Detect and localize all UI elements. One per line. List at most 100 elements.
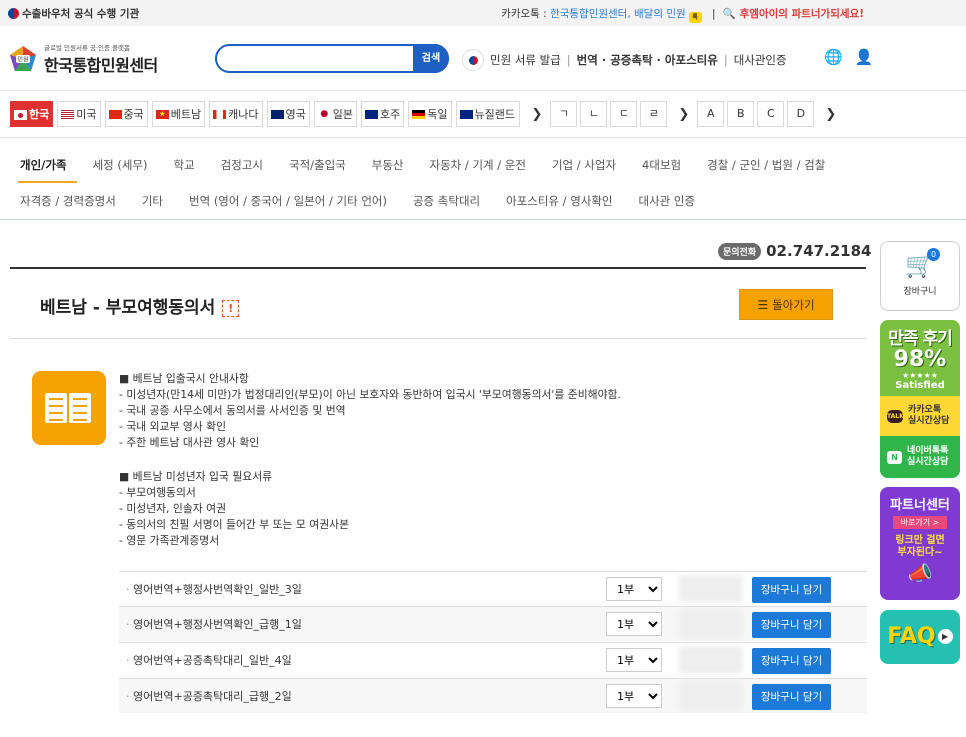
letter-tab-c[interactable]: C xyxy=(757,101,785,127)
partner-center-banner[interactable]: 파트너센터 바로가기 > 링크만 걸면 부자된다~ 📣 xyxy=(880,487,960,600)
quantity-select[interactable]: 1부 xyxy=(606,648,662,672)
naver-consult-button[interactable]: N 네이버톡톡 실시간상담 xyxy=(880,436,960,478)
header: 민원 글로벌 민원서류 공·인증 플랫폼 한국통합민원센터 검색 민원 서류 발… xyxy=(0,26,966,90)
nav-document-issue[interactable]: 민원 서류 발급 xyxy=(490,52,561,68)
product-name: 영어번역+행정사번역확인_일반_3일 xyxy=(126,581,302,597)
globe-icon[interactable]: 🌐 xyxy=(824,48,843,66)
add-to-cart-button[interactable]: 장바구니 담기 xyxy=(752,684,831,710)
country-next-chevron-icon[interactable]: ❯ xyxy=(532,107,543,122)
price-blurred xyxy=(679,682,743,710)
menu-certificates[interactable]: 자격증 / 경력증명서 xyxy=(20,193,116,209)
menu-nationality[interactable]: 국적/출입국 xyxy=(289,157,346,173)
menu-business[interactable]: 기업 / 사업자 xyxy=(552,157,616,173)
menu-insurance[interactable]: 4대보험 xyxy=(642,157,681,173)
menu-tax[interactable]: 세정 (세무) xyxy=(93,157,148,173)
menu-personal-family[interactable]: 개인/가족 xyxy=(18,157,76,183)
menu-notary[interactable]: 공증 촉탁대리 xyxy=(413,193,480,209)
product-panel: 베트남 - 부모여행동의서! ☰ 돌아가기 ■ 베트남 입출국시 안내사항 - 미… xyxy=(10,267,867,737)
country-tab-vietnam[interactable]: ★ 베트남 xyxy=(151,101,206,127)
review-banner[interactable]: 만족 후기 98% ★★★★★ Satisfied xyxy=(880,320,960,396)
search-button[interactable]: 검색 xyxy=(413,44,449,73)
letter-tab-giyeok[interactable]: ㄱ xyxy=(550,101,578,127)
search-box: 검색 xyxy=(215,44,449,73)
kakao-icon: 톡 xyxy=(688,12,702,23)
contact-phone: 문의전화 02.747.2184 xyxy=(718,242,871,260)
country-filter-bar: 한국 미국 중국 ★ 베트남 캐나다 영국 ● 일본 호주 독일 뉴질랜드 ❯ ㄱ … xyxy=(0,90,966,138)
cart-count-badge: 0 xyxy=(927,248,940,261)
kakao-consult-button[interactable]: TALK 카카오톡 실시간상담 xyxy=(880,396,960,436)
list-back-icon: ☰ xyxy=(757,297,769,312)
cart-icon: 🛒 0 xyxy=(905,248,940,278)
nav-embassy[interactable]: 대사관인증 xyxy=(734,52,787,68)
nz-flag-icon xyxy=(459,109,473,119)
country-tab-uk[interactable]: 영국 xyxy=(266,101,310,127)
country-tab-newzealand[interactable]: 뉴질랜드 xyxy=(455,101,520,127)
letter-tab-b[interactable]: B xyxy=(727,101,755,127)
faq-button[interactable]: FAQ ▶ xyxy=(880,610,960,664)
menu-vehicle[interactable]: 자동차 / 기계 / 운전 xyxy=(430,157,526,173)
quantity-select[interactable]: 1부 xyxy=(606,612,662,636)
kakao-channel-link[interactable]: 한국통합민원센터, 배달의 민원 xyxy=(550,8,686,20)
page-title: 베트남 - 부모여행동의서! xyxy=(40,293,240,318)
add-to-cart-button[interactable]: 장바구니 담기 xyxy=(752,577,831,603)
letter-tab-rieul[interactable]: ㄹ xyxy=(640,101,668,127)
country-tab-usa[interactable]: 미국 xyxy=(57,101,101,127)
partner-link[interactable]: 🔍 후엠아이의 파트너가되세요! xyxy=(723,8,864,20)
product-name: 영어번역+행정사번역확인_급행_1일 xyxy=(126,616,302,632)
site-logo[interactable]: 민원 글로벌 민원서류 공·인증 플랫폼 한국통합민원센터 xyxy=(8,42,158,76)
korea-flag-icon xyxy=(8,8,19,19)
menu-translation[interactable]: 번역 (영어 / 중국어 / 일본어 / 기타 언어) xyxy=(189,193,387,209)
menu-apostille[interactable]: 아포스티유 / 영사확인 xyxy=(506,193,612,209)
naver-talk-icon: N xyxy=(887,450,902,464)
price-blurred xyxy=(679,610,743,638)
add-to-cart-button[interactable]: 장바구니 담기 xyxy=(752,612,831,638)
korea-flag-icon xyxy=(462,49,484,71)
info-text: ■ 베트남 입출국시 안내사항 - 미성년자(만14세 미만)가 법정대리인(부… xyxy=(119,372,621,547)
letter-tab-nieun[interactable]: ㄴ xyxy=(580,101,608,127)
product-row: 영어번역+행정사번역확인_일반_3일 1부 장바구니 담기 xyxy=(119,571,867,606)
kakao-talk-icon: TALK xyxy=(887,409,904,423)
vn-flag-icon: ★ xyxy=(155,109,169,119)
top-bar: 수출바우처 공식 수행 기관 카카오톡 : 한국통합민원센터, 배달의 민원 톡 … xyxy=(0,0,966,26)
quantity-select[interactable]: 1부 xyxy=(606,684,662,708)
english-letters-next-chevron-icon[interactable]: ❯ xyxy=(825,107,836,122)
stars-icon: ★★★★★ xyxy=(902,371,938,380)
korean-letters-next-chevron-icon[interactable]: ❯ xyxy=(678,107,689,122)
letter-tab-d[interactable]: D xyxy=(787,101,815,127)
document-icon xyxy=(32,371,106,445)
country-tab-japan[interactable]: ● 일본 xyxy=(313,101,357,127)
letter-tab-a[interactable]: A xyxy=(697,101,725,127)
letter-tab-digeut[interactable]: ㄷ xyxy=(610,101,638,127)
product-name: 영어번역+공증촉탁대리_급행_2일 xyxy=(126,688,292,704)
menu-real-estate[interactable]: 부동산 xyxy=(372,157,404,173)
menu-police-court[interactable]: 경찰 / 군인 / 법원 / 검찰 xyxy=(707,157,825,173)
title-row: 베트남 - 부모여행동의서! ☰ 돌아가기 xyxy=(10,269,866,339)
alert-icon: ! xyxy=(222,300,240,317)
nav-translation[interactable]: 번역 · 공증촉탁 · 아포스티유 xyxy=(577,52,718,68)
jp-flag-icon: ● xyxy=(317,109,331,119)
logo-title: 한국통합민원센터 xyxy=(44,56,158,75)
quantity-select[interactable]: 1부 xyxy=(606,577,662,601)
menu-etc[interactable]: 기타 xyxy=(142,193,163,209)
export-voucher-notice: 수출바우처 공식 수행 기관 xyxy=(8,6,139,21)
country-tab-australia[interactable]: 호주 xyxy=(361,101,405,127)
us-flag-icon xyxy=(61,109,75,119)
menu-school[interactable]: 학교 xyxy=(173,157,194,173)
search-input[interactable] xyxy=(227,46,417,71)
user-icon[interactable]: 👤 xyxy=(855,48,874,66)
back-button[interactable]: ☰ 돌아가기 xyxy=(739,289,833,320)
country-tab-germany[interactable]: 독일 xyxy=(408,101,452,127)
megaphone-icon: 📣 xyxy=(907,561,933,585)
cart-widget[interactable]: 🛒 0 장바구니 xyxy=(880,241,960,311)
country-tab-china[interactable]: 중국 xyxy=(104,101,148,127)
country-tab-canada[interactable]: 캐나다 xyxy=(209,101,263,127)
ca-flag-icon xyxy=(213,109,227,119)
de-flag-icon xyxy=(412,109,426,119)
menu-embassy[interactable]: 대사관 인증 xyxy=(639,193,696,209)
country-tab-korea[interactable]: 한국 xyxy=(10,101,54,127)
logo-emblem-icon: 민원 xyxy=(8,44,38,74)
kr-flag-icon xyxy=(14,109,27,120)
add-to-cart-button[interactable]: 장바구니 담기 xyxy=(752,648,831,674)
svg-text:민원: 민원 xyxy=(17,56,28,64)
menu-ged[interactable]: 검정고시 xyxy=(221,157,263,173)
